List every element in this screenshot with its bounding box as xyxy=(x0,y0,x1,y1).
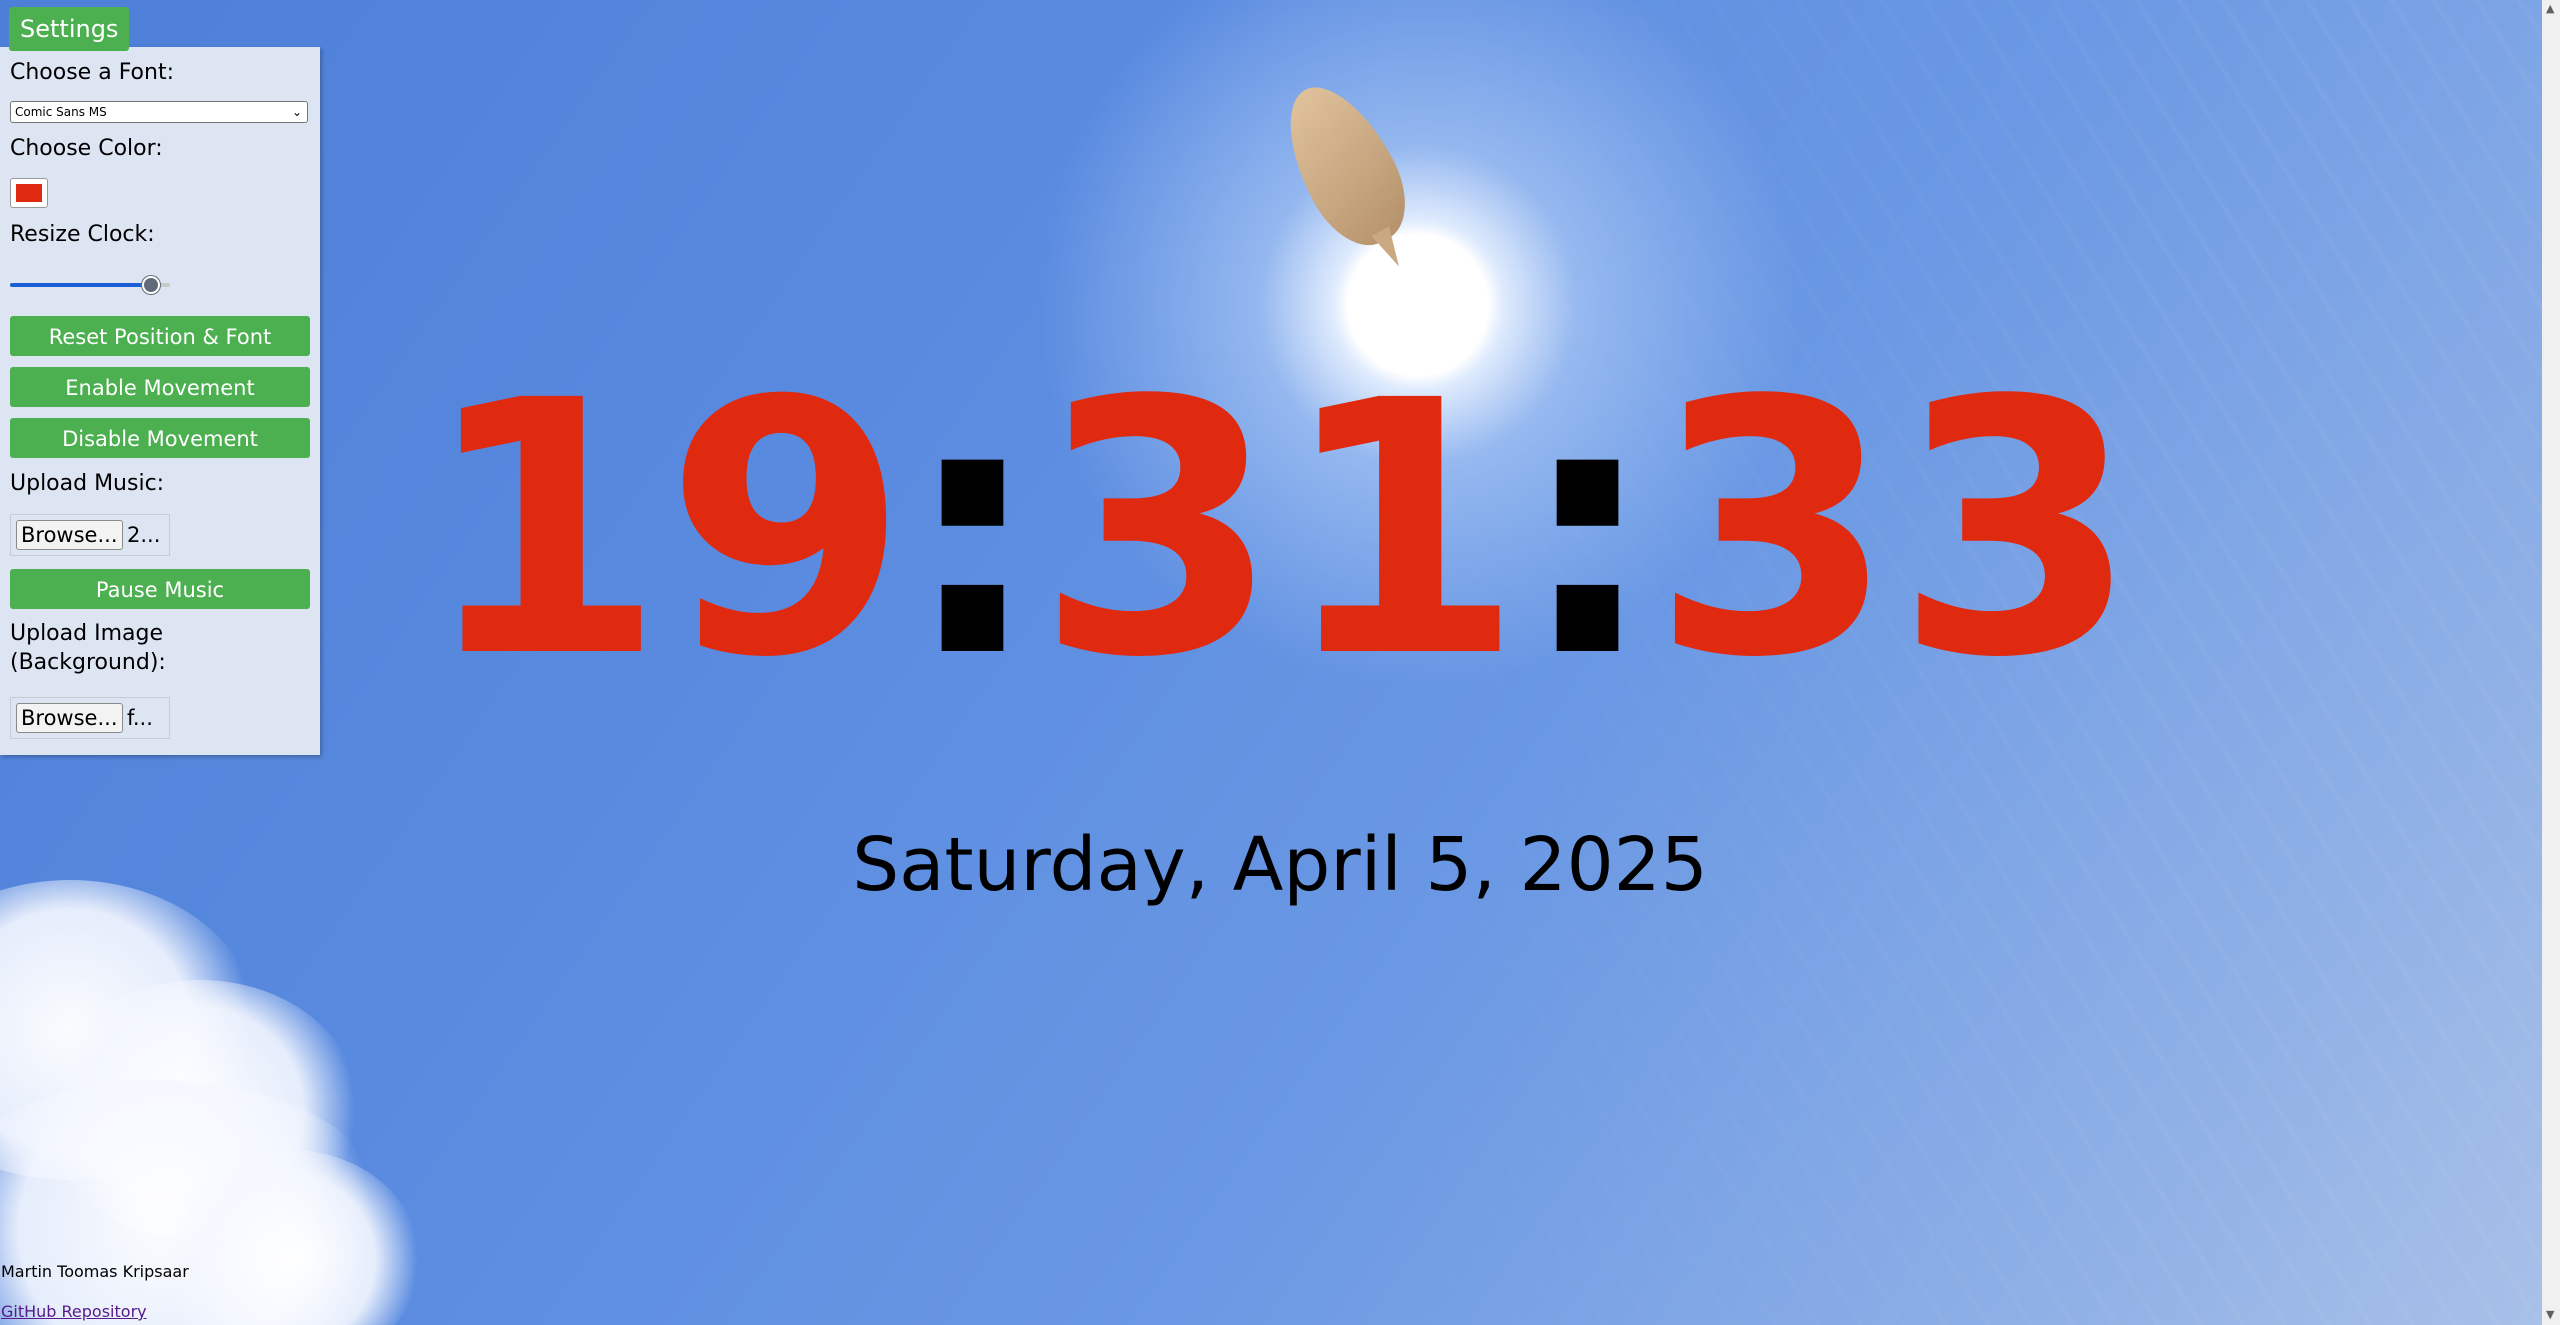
scroll-down-icon[interactable]: ▼ xyxy=(2546,1308,2554,1321)
image-file-name: f... xyxy=(127,706,153,730)
clock-separator: : xyxy=(902,326,1043,734)
resize-slider[interactable] xyxy=(10,274,170,294)
chevron-down-icon: ⌄ xyxy=(291,105,302,119)
resize-label: Resize Clock: xyxy=(10,222,155,247)
font-select[interactable]: Comic Sans MS ⌄ xyxy=(10,101,308,123)
author-name: Martin Toomas Kripsaar xyxy=(1,1262,189,1281)
clock-minutes: 31 xyxy=(1036,326,1524,734)
page-scrollbar[interactable]: ▲ ▼ xyxy=(2542,0,2560,1325)
settings-toggle-button[interactable]: Settings xyxy=(9,7,130,51)
music-file-name: 2... xyxy=(127,523,161,547)
clock-display[interactable]: 19 : 31 : 33 xyxy=(420,330,2140,730)
image-label-line1: Upload Image xyxy=(10,621,163,646)
font-select-value: Comic Sans MS xyxy=(15,105,107,119)
pause-music-button[interactable]: Pause Music xyxy=(10,569,310,609)
scroll-up-icon[interactable]: ▲ xyxy=(2546,2,2554,15)
reset-position-button[interactable]: Reset Position & Font xyxy=(10,316,310,356)
clock-separator: : xyxy=(1517,326,1658,734)
clock-hours: 19 xyxy=(421,326,909,734)
color-picker[interactable] xyxy=(10,178,48,208)
music-browse-button[interactable]: Browse... xyxy=(16,520,123,550)
clock-seconds: 33 xyxy=(1651,326,2139,734)
music-label: Upload Music: xyxy=(10,471,165,496)
github-repo-link[interactable]: GitHub Repository xyxy=(1,1302,147,1321)
color-label: Choose Color: xyxy=(10,136,163,161)
image-label-line2: (Background): xyxy=(10,650,166,675)
music-file-input[interactable]: Browse... 2... xyxy=(10,514,170,556)
enable-movement-button[interactable]: Enable Movement xyxy=(10,367,310,407)
font-label: Choose a Font: xyxy=(10,60,175,85)
date-display: Saturday, April 5, 2025 xyxy=(852,822,1708,908)
color-swatch-fill xyxy=(16,184,42,202)
disable-movement-button[interactable]: Disable Movement xyxy=(10,418,310,458)
slider-thumb[interactable] xyxy=(142,276,160,294)
image-browse-button[interactable]: Browse... xyxy=(16,703,123,733)
slider-fill xyxy=(10,283,151,287)
image-file-input[interactable]: Browse... f... xyxy=(10,697,170,739)
